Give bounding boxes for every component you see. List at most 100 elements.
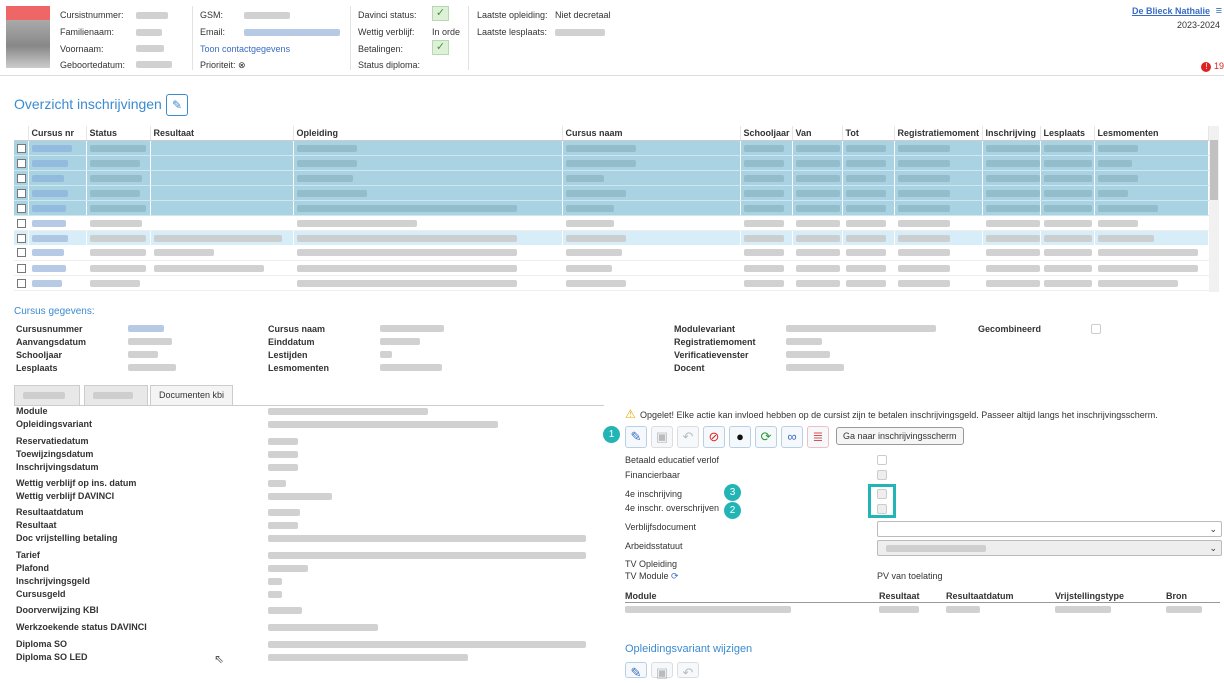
edit-icon[interactable]: ✎: [625, 662, 647, 680]
enrollment-table: Cursus nr Status Resultaat Opleiding Cur…: [14, 126, 1209, 291]
row-checkbox[interactable]: [17, 158, 26, 168]
document-icon[interactable]: ≣: [807, 426, 829, 448]
col-lesmomenten[interactable]: Lesmomenten: [1094, 126, 1209, 141]
col-opleiding[interactable]: Opleiding: [293, 126, 563, 141]
table-cell: [894, 185, 983, 201]
financierbaar-checkbox[interactable]: [877, 470, 887, 480]
col-registratiemoment[interactable]: Registratiemoment: [894, 126, 983, 141]
gecombineerd-checkbox[interactable]: [1091, 324, 1101, 334]
betaald-verlof-checkbox[interactable]: [877, 455, 887, 465]
table-cell: [792, 185, 843, 201]
row-checkbox[interactable]: [17, 203, 26, 213]
sign-doc-icon[interactable]: ✎: [166, 94, 188, 116]
show-contact-link[interactable]: Toon contactgegevens: [200, 44, 290, 54]
menu-icon[interactable]: ≡: [1216, 5, 1222, 17]
save-icon[interactable]: ▣: [651, 662, 673, 680]
table-cell: [28, 155, 87, 171]
field-betaald-verlof: Betaald educatief verlof: [625, 455, 720, 465]
table-row[interactable]: [14, 275, 1209, 291]
detail-label: Toewijzingsdatum: [16, 449, 94, 459]
col-status[interactable]: Status: [86, 126, 151, 141]
table-cell: [1094, 185, 1209, 201]
field-label: Lesmomenten: [268, 363, 330, 373]
table-cell: [562, 245, 741, 261]
4e-inschrijving-checkbox[interactable]: [877, 489, 887, 499]
table-cell: [28, 170, 87, 186]
cancel-icon[interactable]: ⊘: [703, 426, 725, 448]
refresh-icon[interactable]: ⟳: [671, 571, 679, 581]
table-cell: [792, 200, 843, 216]
col-resultaat[interactable]: Resultaat: [150, 126, 294, 141]
row-checkbox[interactable]: [17, 233, 26, 243]
chevron-down-icon: ⌄: [1209, 524, 1217, 534]
row-checkbox[interactable]: [17, 248, 26, 258]
table-cell: [842, 170, 895, 186]
table-scrollbar[interactable]: [1209, 126, 1219, 292]
table-row[interactable]: [14, 155, 1209, 171]
field-arbeidsstatuut: Arbeidsstatuut: [625, 541, 683, 551]
col-lesplaats[interactable]: Lesplaats: [1040, 126, 1095, 141]
table-cell: [842, 200, 895, 216]
detail-label: Module: [16, 406, 48, 416]
goto-inschrijving-button[interactable]: Ga naar inschrijvingsscherm: [836, 427, 964, 445]
table-cell: [894, 260, 983, 276]
col-schooljaar[interactable]: Schooljaar: [740, 126, 793, 141]
link-icon[interactable]: ∞: [781, 426, 803, 448]
davinci-status-label: Davinci status:: [358, 10, 417, 20]
table-cell: [28, 185, 87, 201]
row-checkbox[interactable]: [17, 278, 26, 288]
row-checkbox[interactable]: [17, 173, 26, 183]
notification-badge[interactable]: ! 19: [1201, 61, 1224, 72]
table-cell: [740, 275, 793, 291]
badge-3: 3: [724, 484, 741, 501]
table-cell: [894, 170, 983, 186]
table-cell: [740, 245, 793, 261]
table-row[interactable]: [14, 245, 1209, 261]
col-cursusnaam[interactable]: Cursus naam: [562, 126, 741, 141]
refresh-icon[interactable]: ⟳: [755, 426, 777, 448]
table-row[interactable]: [14, 170, 1209, 186]
arbeidsstatuut-select[interactable]: ⌄: [877, 540, 1222, 556]
tab-first[interactable]: [14, 385, 80, 405]
verblijfsdocument-select[interactable]: ⌄: [877, 521, 1222, 537]
table-cell: [293, 275, 563, 291]
mouse-cursor-icon: ⇖: [214, 652, 225, 666]
row-checkbox[interactable]: [17, 143, 26, 153]
4e-inschr-overschrijven-checkbox[interactable]: [877, 504, 887, 514]
cursistnummer-label: Cursistnummer:: [60, 10, 124, 20]
betalingen-label: Betalingen:: [358, 44, 404, 54]
field-label: Registratiemoment: [674, 337, 756, 347]
col-tot[interactable]: Tot: [842, 126, 895, 141]
table-row[interactable]: [14, 260, 1209, 276]
table-cell: [982, 275, 1041, 291]
status-diploma-label: Status diploma:: [358, 60, 421, 70]
row-checkbox[interactable]: [17, 263, 26, 273]
table-row[interactable]: [14, 215, 1209, 231]
tab-documenten-kbi[interactable]: Documenten kbi: [150, 385, 234, 405]
col-cursusnr[interactable]: Cursus nr: [28, 126, 87, 141]
row-checkbox[interactable]: [17, 188, 26, 198]
table-cell: [86, 260, 151, 276]
bomb-icon[interactable]: ●: [729, 426, 751, 448]
table-cell: [86, 155, 151, 171]
table-row[interactable]: [14, 200, 1209, 216]
field-label: Modulevariant: [674, 324, 736, 334]
col-van[interactable]: Van: [792, 126, 843, 141]
table-cell: [28, 275, 87, 291]
table-cell: [150, 230, 294, 245]
table-row[interactable]: [14, 230, 1209, 245]
user-link[interactable]: De Blieck Nathalie: [1132, 6, 1210, 16]
table-cell: [86, 170, 151, 186]
save-icon[interactable]: ▣: [651, 426, 673, 448]
table-cell: [1094, 245, 1209, 261]
col-inschrijving[interactable]: Inschrijving: [982, 126, 1041, 141]
undo-icon[interactable]: ↶: [677, 426, 699, 448]
table-row[interactable]: [14, 185, 1209, 201]
edit-icon[interactable]: ✎: [625, 426, 647, 448]
row-checkbox[interactable]: [17, 218, 26, 228]
table-cell: [842, 245, 895, 261]
tab-second[interactable]: [84, 385, 148, 405]
warning-text: Opgelet! Elke actie kan invloed hebben o…: [640, 410, 1158, 420]
table-row[interactable]: [14, 140, 1209, 156]
undo-icon[interactable]: ↶: [677, 662, 699, 680]
